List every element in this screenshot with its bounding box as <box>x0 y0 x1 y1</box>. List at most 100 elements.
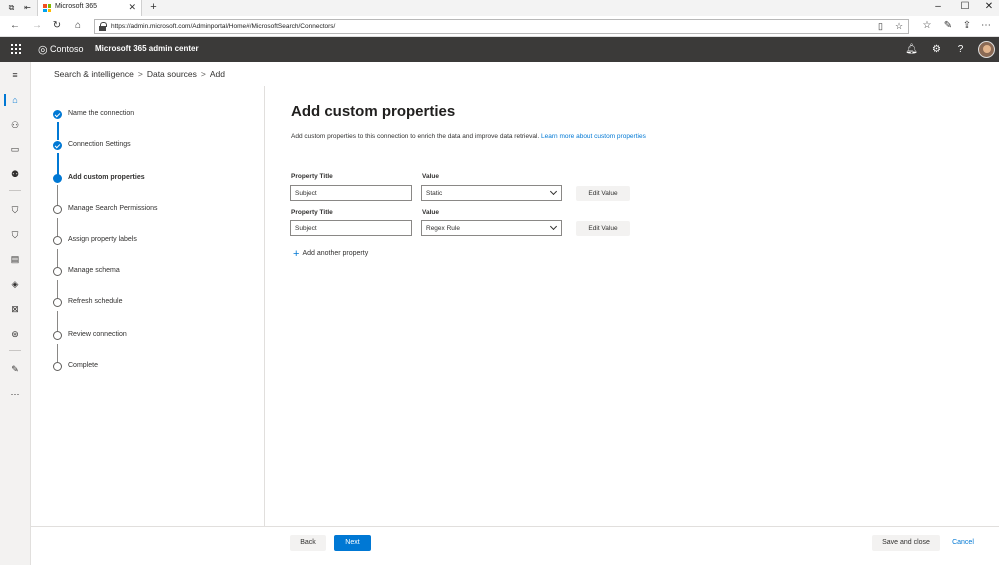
cancel-button[interactable]: Cancel <box>948 535 978 551</box>
chevron-down-icon <box>549 222 558 231</box>
check-icon <box>53 110 62 119</box>
maximize-icon[interactable]: ☐ <box>958 1 972 12</box>
security-icon[interactable]: ⛉ <box>8 203 22 217</box>
breadcrumb-item[interactable]: Data sources <box>147 69 197 79</box>
settings-gear-icon[interactable]: ⚙ <box>930 43 943 56</box>
reading-view-icon[interactable]: ▯ <box>878 21 883 32</box>
step-label: Complete <box>68 362 98 369</box>
home-icon[interactable]: ⌂ <box>8 93 22 107</box>
compliance-icon[interactable]: ⛉ <box>8 228 22 242</box>
step-label: Connection Settings <box>68 141 131 148</box>
step-connector <box>57 185 58 205</box>
dropdown-selected-value: Regex Rule <box>426 225 460 232</box>
value-dropdown[interactable]: Regex Rule <box>421 220 562 236</box>
tab-actions-icon[interactable]: ⧉ <box>6 2 17 13</box>
step-connector <box>57 311 58 331</box>
empty-circle-icon <box>53 331 62 340</box>
browser-tab[interactable]: Microsoft 365 ✕ <box>37 0 142 16</box>
home-icon[interactable]: ⌂ <box>72 20 84 32</box>
step-connector <box>57 122 59 140</box>
suite-header: ◎ Contoso Microsoft 365 admin center 🔔︎ … <box>0 37 999 62</box>
step-connector <box>57 153 59 175</box>
property-title-input[interactable]: Subject <box>290 185 412 201</box>
breadcrumb: Search & intelligence > Data sources > Add <box>54 69 225 79</box>
more-icon[interactable]: ⋯ <box>8 387 22 401</box>
value-dropdown[interactable]: Static <box>421 185 562 201</box>
step-connector <box>57 344 58 362</box>
share-icon[interactable]: ⇪ <box>961 20 973 32</box>
empty-circle-icon <box>53 236 62 245</box>
wizard-footer: Back Next Save and close Cancel <box>31 526 999 565</box>
users-icon[interactable]: ⚇ <box>8 118 22 132</box>
active-indicator <box>4 94 6 106</box>
page-title: Add custom properties <box>291 103 456 120</box>
back-arrow-icon[interactable]: ← <box>9 20 21 32</box>
current-step-icon <box>53 174 62 183</box>
refresh-icon[interactable]: ↻ <box>51 20 63 32</box>
next-button[interactable]: Next <box>334 535 371 551</box>
edit-value-button[interactable]: Edit Value <box>576 221 630 236</box>
billing-icon[interactable]: ▤ <box>8 252 22 266</box>
step-label: Manage schema <box>68 267 120 274</box>
step-label: Add custom properties <box>68 174 145 181</box>
minimize-icon[interactable]: – <box>931 1 945 12</box>
save-and-close-button[interactable]: Save and close <box>872 535 940 551</box>
rail-divider <box>9 350 21 351</box>
learn-more-link[interactable]: Learn more about custom properties <box>541 133 646 140</box>
contoso-logo-icon: ◎ <box>38 44 48 56</box>
step-label: Refresh schedule <box>68 298 123 305</box>
url-text: https://admin.microsoft.com/Adminportal/… <box>111 23 336 30</box>
browser-toolbar: ← → ↻ ⌂ https://admin.microsoft.com/Admi… <box>0 16 999 37</box>
close-tab-icon[interactable]: ✕ <box>128 2 136 13</box>
avatar[interactable] <box>978 41 995 58</box>
groups-icon[interactable]: ⚉ <box>8 167 22 181</box>
sharepoint-icon[interactable]: ⊛ <box>8 327 22 341</box>
app-name[interactable]: Microsoft 365 admin center <box>95 44 199 53</box>
step-label: Manage Search Permissions <box>68 205 158 212</box>
notification-bell-icon[interactable]: 🔔︎ <box>905 43 918 56</box>
step-label: Review connection <box>68 331 127 338</box>
rail-divider <box>9 190 21 191</box>
property-title-input[interactable]: Subject <box>290 220 412 236</box>
step-connector <box>57 218 58 236</box>
favorites-icon[interactable]: ☆ <box>921 20 933 32</box>
address-bar[interactable]: https://admin.microsoft.com/Adminportal/… <box>94 19 909 34</box>
dropdown-selected-value: Static <box>426 190 443 197</box>
value-label: Value <box>422 173 439 180</box>
devices-icon[interactable]: ▭ <box>8 142 22 156</box>
browser-tab-strip: ⧉ ⇤ Microsoft 365 ✕ + – ☐ ✕ <box>0 0 999 16</box>
close-window-icon[interactable]: ✕ <box>982 1 996 12</box>
step-label: Name the connection <box>68 110 135 117</box>
description-text: Add custom properties to this connection… <box>291 133 540 140</box>
new-tab-icon[interactable]: + <box>148 2 159 13</box>
pen-icon[interactable]: ✎ <box>942 20 954 32</box>
app-launcher-icon[interactable] <box>11 44 21 54</box>
add-another-property-button[interactable]: + Add another property <box>293 248 368 260</box>
hamburger-icon[interactable]: ≡ <box>8 68 22 82</box>
empty-circle-icon <box>53 267 62 276</box>
breadcrumb-separator: > <box>200 69 206 79</box>
tab-title: Microsoft 365 <box>55 3 98 10</box>
endpoint-icon[interactable]: ◈ <box>8 277 22 291</box>
more-options-icon[interactable]: ⋯ <box>980 20 992 32</box>
help-icon[interactable]: ? <box>954 43 967 56</box>
plus-icon: + <box>293 248 300 260</box>
edit-value-button[interactable]: Edit Value <box>576 186 630 201</box>
value-label: Value <box>422 209 439 216</box>
favorite-star-icon[interactable]: ☆ <box>895 21 903 32</box>
check-icon <box>53 141 62 150</box>
breadcrumb-item: Add <box>209 69 226 79</box>
property-title-label: Property Title <box>291 173 333 180</box>
step-label: Assign property labels <box>68 236 137 243</box>
back-button[interactable]: Back <box>290 535 326 551</box>
microsoft-logo-icon <box>43 4 51 12</box>
exchange-icon[interactable]: ⊠ <box>8 302 22 316</box>
step-connector <box>57 249 58 267</box>
set-aside-tabs-icon[interactable]: ⇤ <box>22 2 33 13</box>
empty-circle-icon <box>53 362 62 371</box>
breadcrumb-separator: > <box>137 69 143 79</box>
forward-arrow-icon[interactable]: → <box>31 20 43 32</box>
breadcrumb-item[interactable]: Search & intelligence <box>54 69 134 79</box>
customize-icon[interactable]: ✎ <box>8 362 22 376</box>
org-name[interactable]: Contoso <box>50 44 84 54</box>
